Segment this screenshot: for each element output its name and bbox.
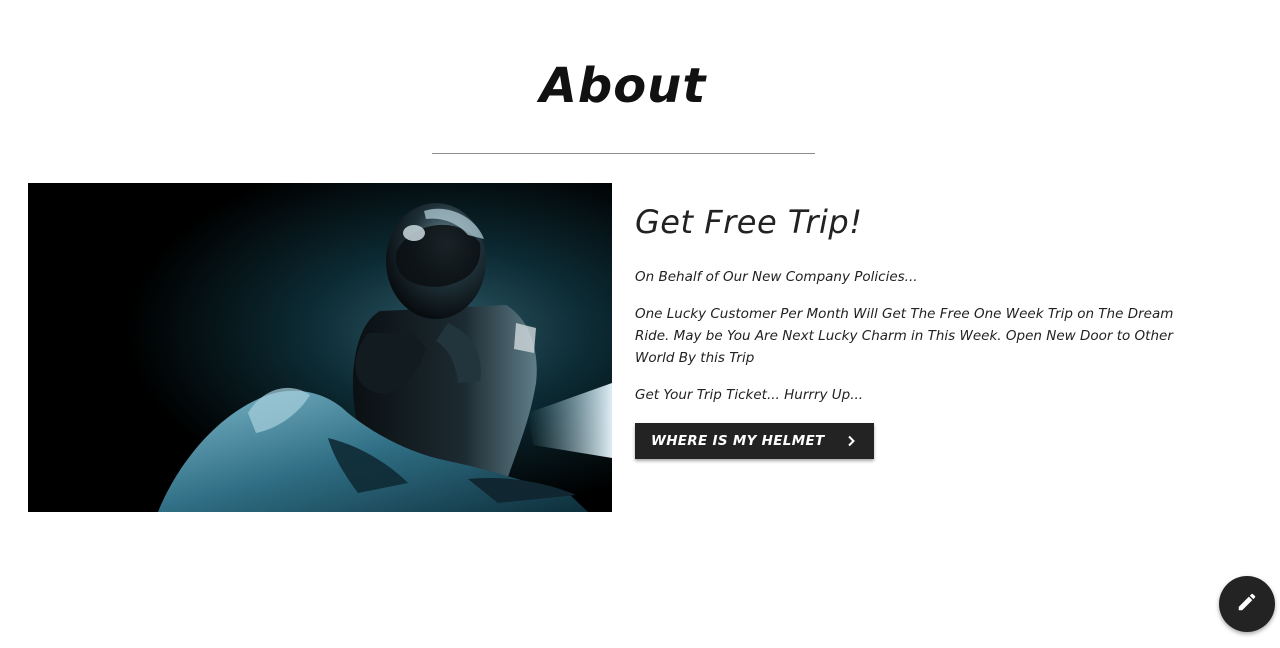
cta-button-label: WHERE IS MY HELMET xyxy=(651,433,825,449)
where-is-my-helmet-button[interactable]: WHERE IS MY HELMET xyxy=(635,423,875,459)
pencil-icon xyxy=(1236,591,1258,617)
hero-image xyxy=(28,183,612,512)
edit-fab-button[interactable] xyxy=(1219,576,1275,632)
about-section: About Get Free Trip! On Behalf of Our Ne… xyxy=(0,0,1280,648)
title-divider xyxy=(432,153,815,154)
offer-paragraph: One Lucky Customer Per Month Will Get Th… xyxy=(635,306,1174,366)
chevron-right-icon xyxy=(846,435,856,447)
cta-paragraph: Get Your Trip Ticket... Hurrry Up... xyxy=(635,387,864,403)
intro-paragraph: On Behalf of Our New Company Policies... xyxy=(635,269,918,285)
section-title: About xyxy=(539,58,707,114)
content-heading: Get Free Trip! xyxy=(635,203,863,241)
about-content: Get Free Trip! On Behalf of Our New Comp… xyxy=(635,198,1195,459)
